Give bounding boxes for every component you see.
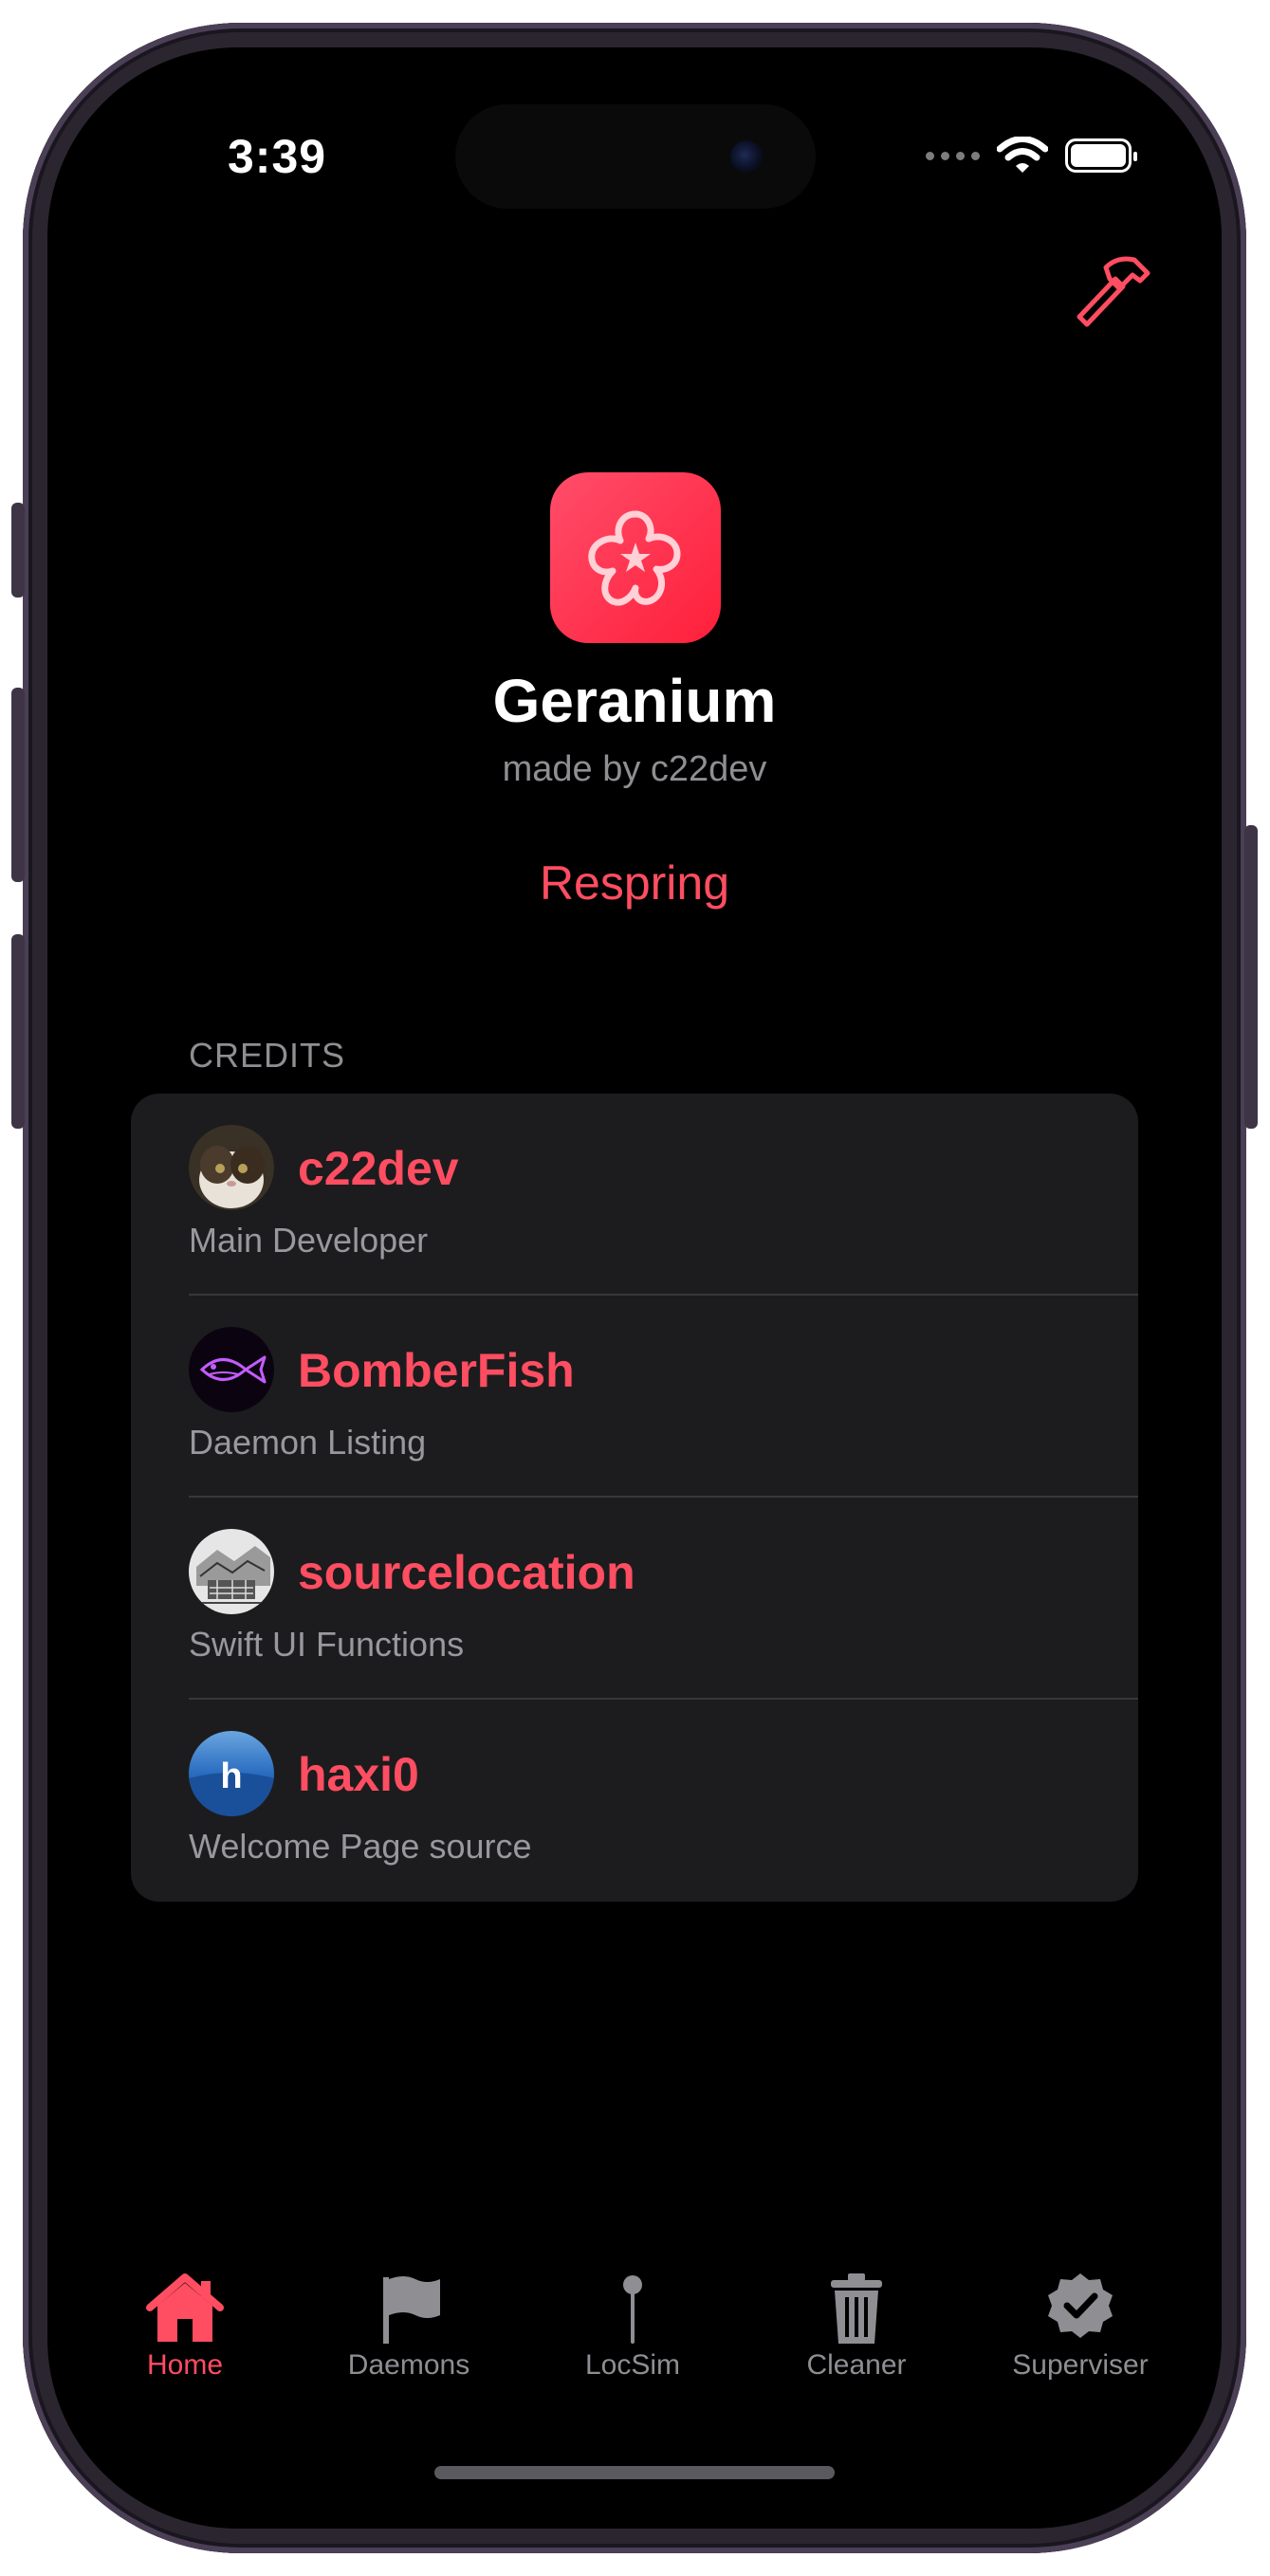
credit-role: Daemon Listing: [189, 1423, 427, 1462]
tab-bar: Home Daemons LocSim Cleaner Superviser: [47, 2272, 1222, 2423]
volume-up-button: [11, 688, 25, 882]
battery-icon: [1065, 138, 1137, 173]
home-indicator[interactable]: [434, 2466, 835, 2479]
volume-down-button: [11, 934, 25, 1129]
dynamic-island: [455, 104, 816, 209]
credit-role: Swift UI Functions: [189, 1625, 465, 1664]
screen: 3:39 Geranium made by c22dev Respring CR…: [47, 47, 1222, 2529]
tab-locsim[interactable]: LocSim: [538, 2272, 727, 2382]
cat-avatar: [189, 1125, 274, 1210]
tab-daemons[interactable]: Daemons: [314, 2272, 504, 2382]
trash-icon: [831, 2273, 882, 2344]
credit-row-haxi0[interactable]: h haxi0 Welcome Page source: [131, 1700, 1138, 1902]
app-subtitle: made by c22dev: [502, 749, 767, 789]
house-icon: [146, 2273, 224, 2342]
credit-row-bomberfish[interactable]: BomberFish Daemon Listing: [131, 1296, 1138, 1498]
wifi-icon: [997, 137, 1048, 173]
credit-role: Main Developer: [189, 1221, 429, 1260]
hammer-icon[interactable]: [1072, 247, 1157, 332]
geranium-flower-icon: [588, 510, 681, 606]
credit-name: sourcelocation: [298, 1546, 635, 1599]
app-title: Geranium: [492, 667, 777, 735]
pin-icon: [623, 2275, 642, 2344]
credit-name: BomberFish: [298, 1344, 575, 1397]
tab-cleaner[interactable]: Cleaner: [762, 2272, 951, 2382]
credit-name: haxi0: [298, 1748, 419, 1801]
tab-label: Daemons: [347, 2349, 470, 2381]
sketch-avatar: [189, 1529, 274, 1614]
h-letter-avatar: h: [189, 1731, 274, 1816]
status-icons: [926, 137, 1137, 175]
respring-button[interactable]: Respring: [47, 856, 1222, 911]
tab-label: Superviser: [1012, 2349, 1149, 2381]
credits-list: c22dev Main Developer BomberFish Daemon …: [131, 1094, 1138, 1902]
cellular-signal-icon: [926, 151, 980, 160]
svg-text:h: h: [220, 1757, 242, 1796]
tab-superviser[interactable]: Superviser: [985, 2272, 1175, 2382]
app-icon: [550, 472, 721, 643]
tab-home[interactable]: Home: [90, 2272, 280, 2382]
power-button: [1244, 825, 1258, 1129]
camera-icon: [730, 140, 763, 173]
tab-label: Cleaner: [806, 2349, 907, 2381]
status-time: 3:39: [228, 130, 327, 183]
tab-label: LocSim: [584, 2349, 681, 2381]
credit-row-sourcelocation[interactable]: sourcelocation Swift UI Functions: [131, 1498, 1138, 1700]
credit-name: c22dev: [298, 1142, 459, 1195]
credit-row-c22dev[interactable]: c22dev Main Developer: [131, 1094, 1138, 1296]
credits-section-header: CREDITS: [189, 1036, 346, 1075]
tab-label: Home: [146, 2349, 224, 2381]
credit-role: Welcome Page source: [189, 1827, 532, 1866]
action-button: [11, 503, 25, 598]
neon-fish-avatar: [189, 1327, 274, 1412]
checkmark-seal-icon: [1048, 2273, 1113, 2338]
flag-icon: [383, 2276, 440, 2344]
